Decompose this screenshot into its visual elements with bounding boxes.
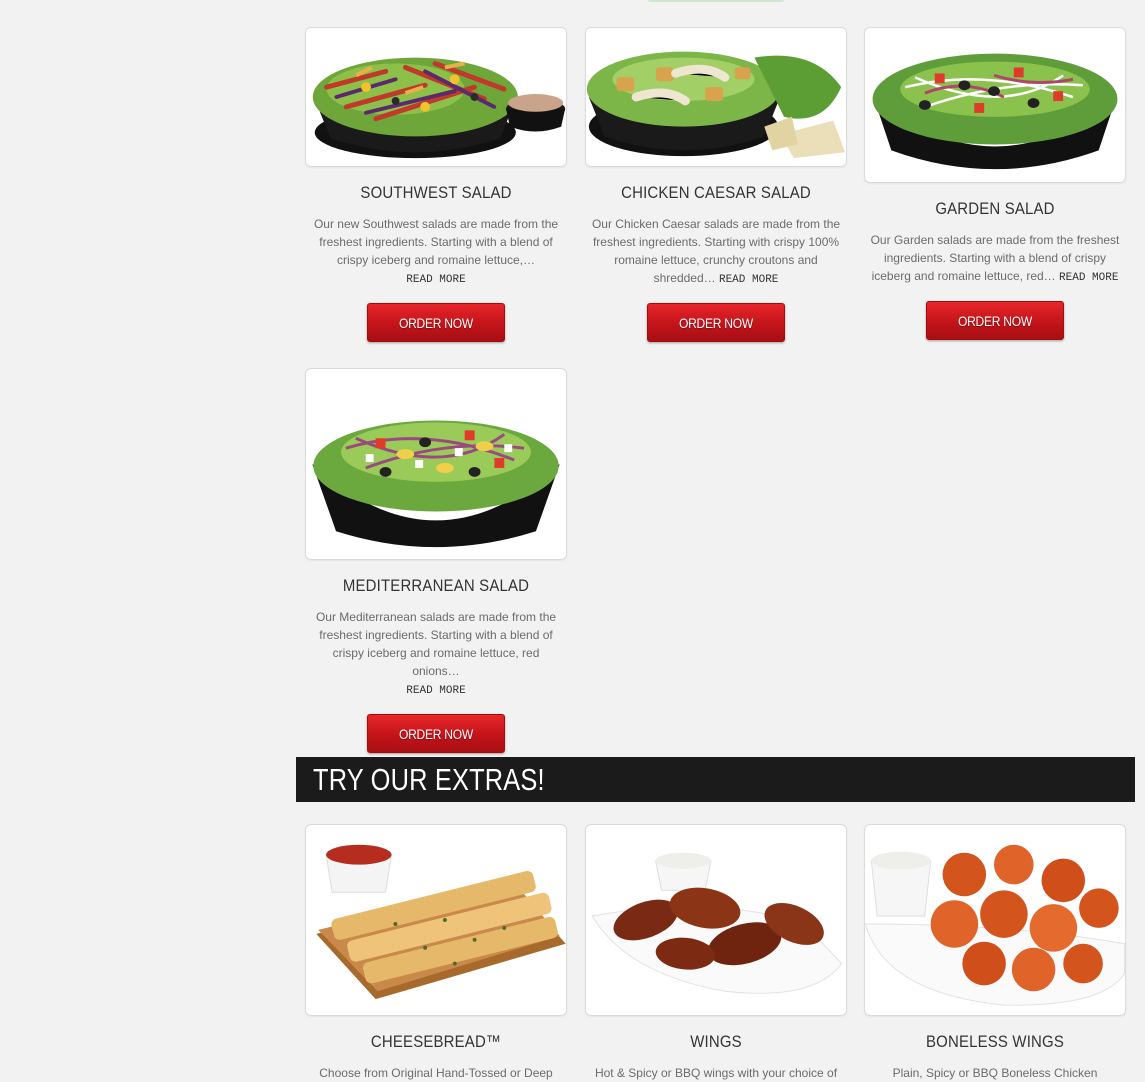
cheesebread-photo[interactable] [305, 824, 567, 1016]
mediterranean-salad-order-button[interactable]: Order Now [367, 714, 505, 753]
chicken-caesar-salad-description: Our Chicken Caesar salads are made from … [591, 217, 841, 286]
menu-card-boneless-wings: Boneless Wings Plain, Spicy or BBQ Bonel… [864, 824, 1126, 1082]
garden-salad-read-more-link[interactable]: Read More [1059, 272, 1118, 284]
boneless-wings-description: Plain, Spicy or BBQ Boneless Chicken [892, 1066, 1098, 1080]
menu-card-chicken-caesar-salad: Chicken Caesar Salad Our Chicken Caesar … [585, 27, 847, 342]
chicken-caesar-salad-read-more-link[interactable]: Read More [719, 274, 778, 286]
garden-salad-description: Our Garden salads are made from the fres… [870, 233, 1120, 284]
garden-salad-title: Garden Salad [935, 199, 1055, 218]
wings-description: Hot & Spicy or BBQ wings with your choic… [594, 1066, 838, 1080]
mediterranean-salad-description: Our Mediterranean salads are made from t… [315, 610, 557, 697]
extras-section-header: Try Our Extras! [296, 757, 1135, 802]
garden-salad-order-button[interactable]: Order Now [926, 301, 1064, 340]
mediterranean-salad-title: Mediterranean Salad [342, 576, 530, 595]
southwest-salad-read-more-link[interactable]: Read More [406, 274, 465, 286]
chicken-caesar-salad-order-button[interactable]: Order Now [647, 303, 785, 342]
extras-section-title: Try Our Extras! [313, 762, 545, 797]
menu-card-mediterranean-salad: Mediterranean Salad Our Mediterranean sa… [305, 368, 567, 753]
southwest-salad-title: Southwest Salad [360, 183, 512, 202]
boneless-wings-photo[interactable] [864, 824, 1126, 1016]
menu-card-southwest-salad: Southwest Salad Our new Southwest salads… [305, 27, 567, 342]
garden-salad-photo[interactable] [864, 27, 1126, 183]
cheesebread-description: Choose from Original Hand-Tossed or Deep [319, 1066, 553, 1080]
menu-card-wings: Wings Hot & Spicy or BBQ wings with your… [585, 824, 847, 1082]
menu-card-cheesebread: Cheesebread™ Choose from Original Hand-T… [305, 824, 567, 1082]
chicken-caesar-salad-title: Chicken Caesar Salad [621, 183, 811, 202]
chicken-caesar-salad-photo[interactable] [585, 27, 847, 167]
southwest-salad-description: Our new Southwest salads are made from t… [313, 217, 559, 286]
boneless-wings-title: Boneless Wings [926, 1032, 1064, 1051]
top-banner-edge [648, 0, 784, 2]
wings-title: Wings [690, 1032, 742, 1051]
mediterranean-salad-read-more-link[interactable]: Read More [406, 685, 465, 697]
menu-card-garden-salad: Garden Salad Our Garden salads are made … [864, 27, 1126, 340]
southwest-salad-order-button[interactable]: Order Now [367, 303, 505, 342]
mediterranean-salad-photo[interactable] [305, 368, 567, 560]
cheesebread-title: Cheesebread™ [370, 1032, 502, 1051]
southwest-salad-photo[interactable] [305, 27, 567, 167]
wings-photo[interactable] [585, 824, 847, 1016]
